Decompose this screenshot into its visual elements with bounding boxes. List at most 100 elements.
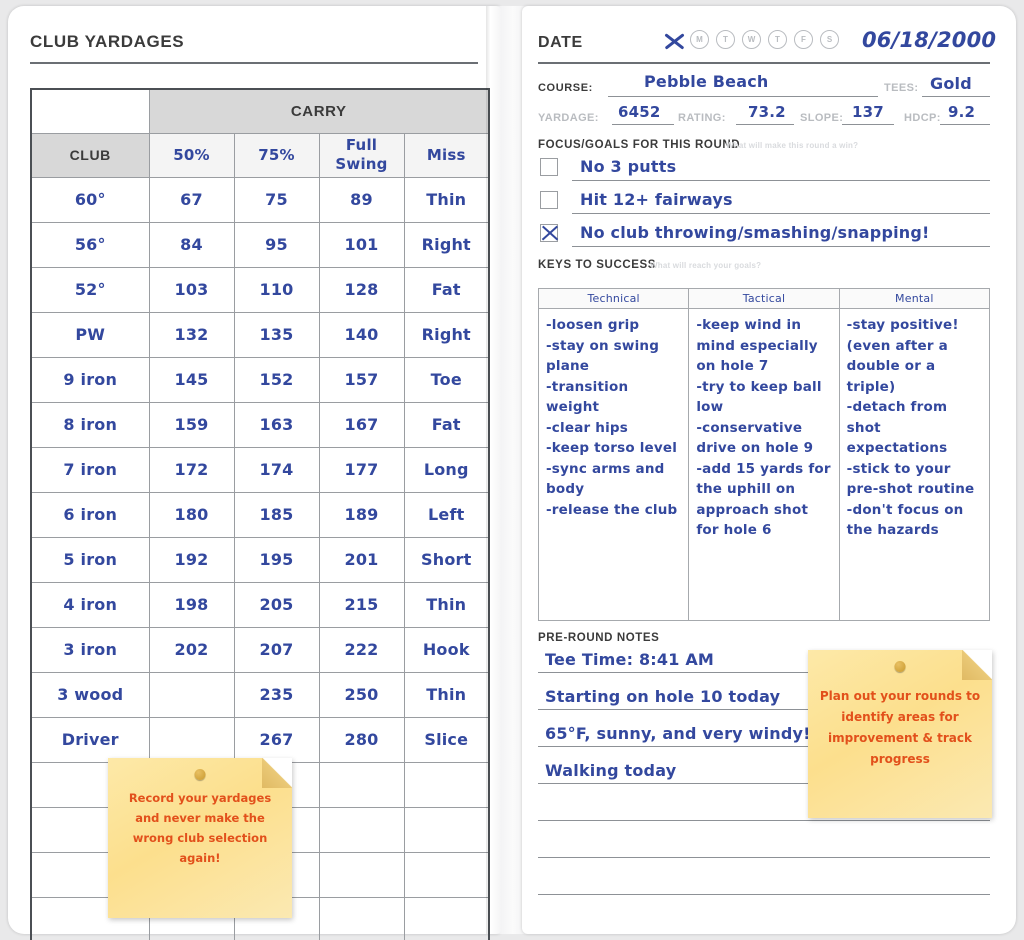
cell-50: 172 <box>148 446 235 493</box>
day-of-week-selector[interactable]: SMTWTFS <box>664 30 839 49</box>
rating-input-line[interactable] <box>736 124 794 125</box>
cell-miss: Fat <box>403 401 490 448</box>
hdcp-label: HDCP: <box>904 112 941 124</box>
note-line-5[interactable] <box>538 857 990 858</box>
day-circle-1[interactable]: M <box>690 30 709 49</box>
cell-full: 167 <box>318 401 405 448</box>
table-row[interactable]: 8 iron 159 163 167 Fat <box>30 401 490 448</box>
cell-75: 267 <box>233 716 320 763</box>
cell-full <box>318 896 405 940</box>
cell-50: 180 <box>148 491 235 538</box>
course-input-line[interactable] <box>608 96 878 97</box>
cell-full: 189 <box>318 491 405 538</box>
cell-75: 110 <box>233 266 320 313</box>
goal-checkbox-0[interactable] <box>540 158 558 176</box>
cell-50: 84 <box>148 221 235 268</box>
sticky-note-left: Record your yardages and never make the … <box>108 758 292 918</box>
pre-round-notes-title: PRE-ROUND NOTES <box>538 632 660 644</box>
goal-text-2[interactable]: No club throwing/smashing/snapping! <box>580 223 930 242</box>
note-text-0[interactable]: Tee Time: 8:41 AM <box>545 650 714 669</box>
cell-75: 152 <box>233 356 320 403</box>
focus-goals-title: FOCUS/GOALS FOR THIS ROUND <box>538 139 741 151</box>
slope-input-line[interactable] <box>842 124 894 125</box>
goal-line-1[interactable] <box>572 213 990 214</box>
keys-to-success-table: Technical Tactical Mental -loosen grip -sta… <box>537 288 991 621</box>
cell-miss <box>403 851 490 898</box>
cell-50: 132 <box>148 311 235 358</box>
table-row[interactable]: 60° 67 75 89 Thin <box>30 176 490 223</box>
table-row[interactable]: 6 iron 180 185 189 Left <box>30 491 490 538</box>
table-row[interactable]: Driver 267 280 Slice <box>30 716 490 763</box>
goal-checkbox-1[interactable] <box>540 191 558 209</box>
note-line-4[interactable] <box>538 820 990 821</box>
day-circle-4[interactable]: T <box>768 30 787 49</box>
cell-50: 198 <box>148 581 235 628</box>
day-circle-6[interactable]: S <box>820 30 839 49</box>
yardage-value[interactable]: 6452 <box>618 103 661 121</box>
table-row[interactable]: 4 iron 198 205 215 Thin <box>30 581 490 628</box>
table-row[interactable]: 5 iron 192 195 201 Short <box>30 536 490 583</box>
cell-75: 235 <box>233 671 320 718</box>
cell-75: 174 <box>233 446 320 493</box>
table-row[interactable]: 52° 103 110 128 Fat <box>30 266 490 313</box>
table-row[interactable]: 7 iron 172 174 177 Long <box>30 446 490 493</box>
goal-text-1[interactable]: Hit 12+ fairways <box>580 190 733 209</box>
cell-miss: Thin <box>403 671 490 718</box>
slope-value[interactable]: 137 <box>852 103 884 121</box>
date-label: DATE <box>538 34 583 51</box>
left-page: CLUB YARDAGES CARRY CLUB 50% 75% Full Swing M… <box>8 6 502 940</box>
hdcp-value[interactable]: 9.2 <box>948 103 975 121</box>
table-row[interactable]: 3 wood 235 250 Thin <box>30 671 490 718</box>
table-row[interactable]: 56° 84 95 101 Right <box>30 221 490 268</box>
journal-spread: CLUB YARDAGES CARRY CLUB 50% 75% Full Swing M… <box>0 0 1024 940</box>
cell-50 <box>148 671 235 718</box>
pin-icon <box>194 769 206 780</box>
cell-miss: Short <box>403 536 490 583</box>
cell-miss: Slice <box>403 716 490 763</box>
cell-miss: Fat <box>403 266 490 313</box>
keys-column-body-0[interactable]: -loosen grip -stay on swing plane -transit… <box>537 308 690 621</box>
table-row[interactable]: 9 iron 145 152 157 Toe <box>30 356 490 403</box>
cell-full: 177 <box>318 446 405 493</box>
column-header-2: 75% <box>233 132 320 178</box>
hdcp-input-line[interactable] <box>940 124 990 125</box>
cell-75: 163 <box>233 401 320 448</box>
goal-line-2[interactable] <box>572 246 990 247</box>
day-circle-5[interactable]: F <box>794 30 813 49</box>
keys-column-header-2: Mental <box>838 288 991 309</box>
sticky-fold-icon <box>262 758 292 788</box>
yardage-input-line[interactable] <box>612 124 674 125</box>
yardage-label: YARDAGE: <box>538 112 599 124</box>
course-value[interactable]: Pebble Beach <box>644 72 769 91</box>
cell-75: 95 <box>233 221 320 268</box>
day-circle-0[interactable]: S <box>664 30 683 49</box>
table-row[interactable]: PW 132 135 140 Right <box>30 311 490 358</box>
note-text-1[interactable]: Starting on hole 10 today <box>545 687 780 706</box>
goal-checkbox-2[interactable] <box>540 224 558 242</box>
goal-text-0[interactable]: No 3 putts <box>580 157 676 176</box>
goal-line-0[interactable] <box>572 180 990 181</box>
keys-column-header-0: Technical <box>537 288 690 309</box>
note-text-2[interactable]: 65°F, sunny, and very windy! <box>545 724 811 743</box>
tees-value[interactable]: Gold <box>930 74 972 93</box>
cell-miss: Hook <box>403 626 490 673</box>
cell-50: 192 <box>148 536 235 583</box>
keys-column-body-1[interactable]: -keep wind in mind especially on hole 7-… <box>688 308 840 621</box>
sticky-note-right: Plan out your rounds to identify areas f… <box>808 650 992 818</box>
note-text-3[interactable]: Walking today <box>545 761 676 780</box>
sticky-note-right-text: Plan out your rounds to identify areas f… <box>819 689 981 766</box>
day-circle-3[interactable]: W <box>742 30 761 49</box>
tees-input-line[interactable] <box>922 96 990 97</box>
cell-miss: Right <box>403 311 490 358</box>
page-title-club-yardages: CLUB YARDAGES <box>30 32 185 51</box>
cell-full: 222 <box>318 626 405 673</box>
keys-column-body-2[interactable]: -stay positive! (even after a double or … <box>838 308 991 621</box>
note-line-6[interactable] <box>538 894 990 895</box>
cell-full: 250 <box>318 671 405 718</box>
rating-value[interactable]: 73.2 <box>748 103 786 121</box>
cell-full: 140 <box>318 311 405 358</box>
table-row[interactable]: 3 iron 202 207 222 Hook <box>30 626 490 673</box>
column-header-club: CLUB <box>30 132 150 178</box>
day-circle-2[interactable]: T <box>716 30 735 49</box>
date-value[interactable]: 06/18/2000 <box>862 28 996 52</box>
